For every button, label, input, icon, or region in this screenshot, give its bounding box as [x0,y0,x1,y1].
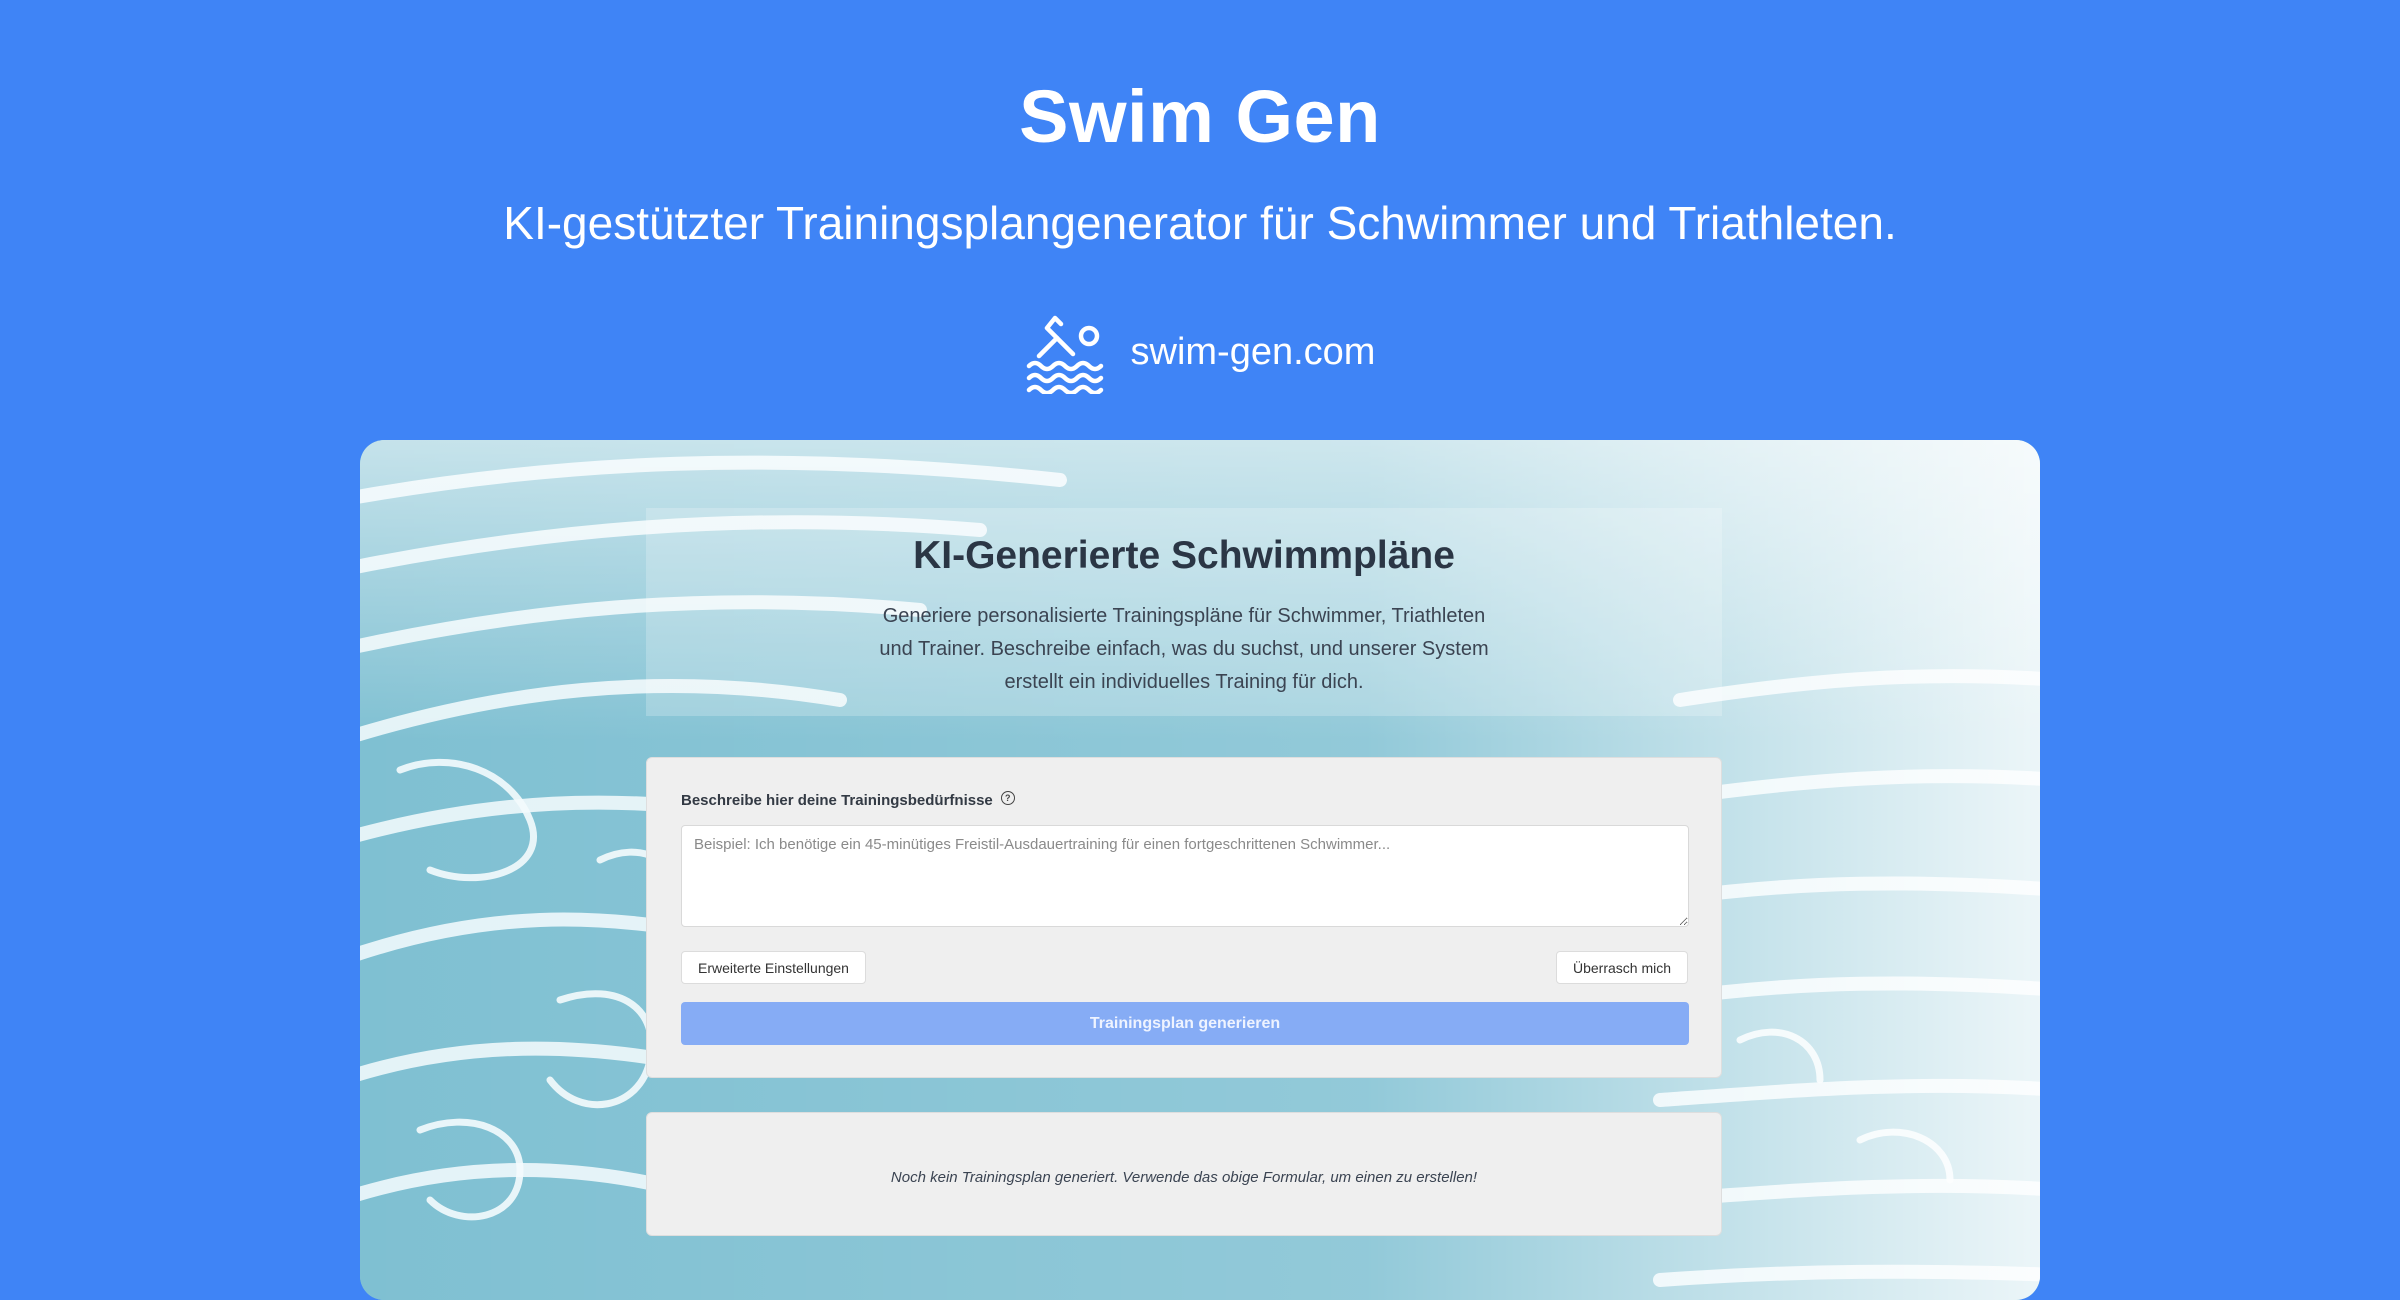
advanced-settings-button[interactable]: Erweiterte Einstellungen [681,951,866,984]
intro-text: Generiere personalisierte Trainingspläne… [879,605,1489,693]
form-label-text: Beschreibe hier deine Trainingsbedürfnis… [681,792,993,809]
page-title: Swim Gen [1019,75,1381,158]
result-panel: Noch kein Trainingsplan generiert. Verwe… [646,1112,1722,1236]
brand-link[interactable]: swim-gen.com [0,310,2400,394]
surprise-me-button[interactable]: Überrasch mich [1555,951,1688,984]
intro-title: KI-Generierte Schwimmpläne [913,534,1455,577]
site-url[interactable]: swim-gen.com [1131,330,1376,374]
training-needs-input[interactable] [681,825,1689,927]
form-label: Beschreibe hier deine Trainingsbedürfnis… [681,790,1015,809]
page-subtitle: KI-gestützter Trainingsplangenerator für… [503,197,1897,249]
training-form: Beschreibe hier deine Trainingsbedürfnis… [646,757,1722,1078]
swimmer-icon [1026,315,1103,394]
intro-section: KI-Generierte Schwimmpläne Generiere per… [646,508,1722,716]
generate-plan-button[interactable]: Trainingsplan generieren [681,1002,1689,1045]
question-circle-icon[interactable]: ? [1000,790,1015,805]
empty-result-message: Noch kein Trainingsplan generiert. Verwe… [890,1168,1478,1186]
main-card: KI-Generierte Schwimmpläne Generiere per… [360,440,2040,1300]
